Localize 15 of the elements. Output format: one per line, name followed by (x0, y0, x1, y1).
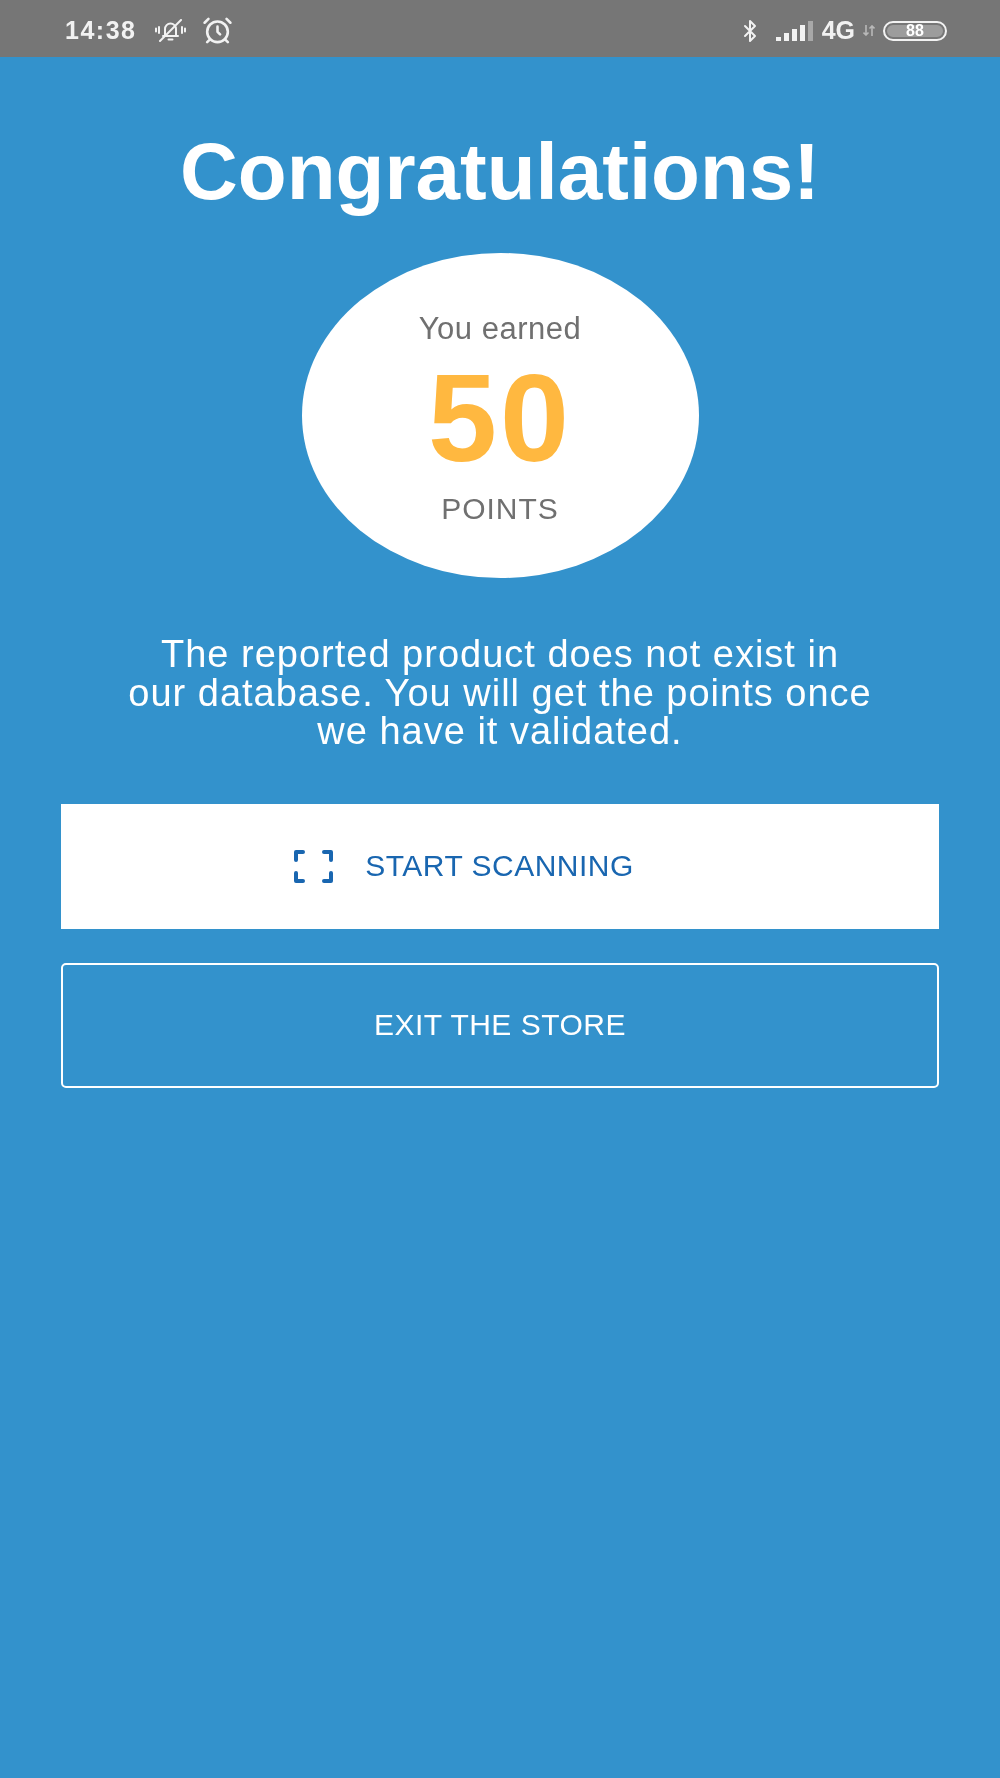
status-time: 14:38 (65, 16, 137, 45)
earned-caption: You earned (418, 311, 582, 347)
exit-store-button[interactable]: EXIT THE STORE (61, 962, 939, 1088)
congratulations-title: Congratulations! (180, 126, 820, 218)
battery-indicator: 88 (883, 20, 947, 41)
start-scanning-button[interactable]: START SCANNING (61, 803, 939, 929)
info-message: The reported product does not exist in our database. You will get the points once we have it validated. (128, 635, 872, 751)
up-down-arrows-icon (863, 25, 875, 36)
points-unit: POINTS (441, 491, 559, 527)
bell-slash-icon (155, 19, 187, 42)
alarm-clock-icon (202, 15, 234, 46)
network-type: 4G (821, 16, 855, 45)
scan-frame-icon (294, 849, 334, 883)
signal-icon (775, 20, 814, 41)
points-value: 50 (428, 356, 572, 480)
